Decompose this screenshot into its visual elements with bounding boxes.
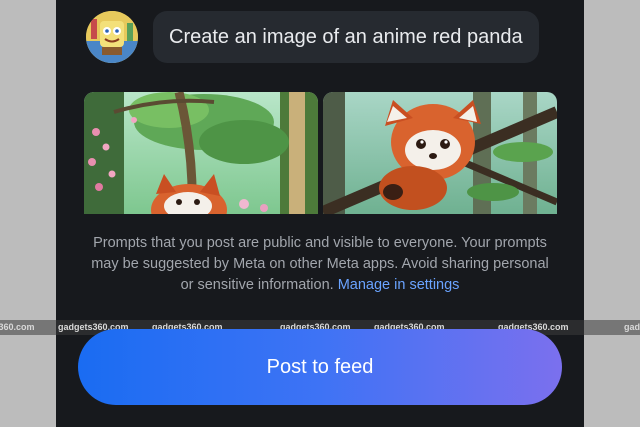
generated-image-branch[interactable] xyxy=(323,92,557,214)
watermark-text: gadgets360.com xyxy=(0,322,35,332)
screenshot-stage: Create an image of an anime red panda Pr… xyxy=(0,0,640,427)
manage-in-settings-link[interactable]: Manage in settings xyxy=(338,277,460,293)
avatar[interactable] xyxy=(86,11,138,63)
avatar-image xyxy=(86,11,138,63)
generated-image-forest[interactable] xyxy=(84,92,318,214)
disclaimer-text: Prompts that you post are public and vis… xyxy=(91,235,549,293)
forest-red-panda-image xyxy=(84,92,318,214)
watermark-text: gadgets360.com xyxy=(624,322,640,332)
privacy-disclaimer: Prompts that you post are public and vis… xyxy=(90,233,550,296)
red-panda-branch-image xyxy=(323,92,557,214)
user-prompt-bubble: Create an image of an anime red panda xyxy=(153,11,539,63)
post-to-feed-button[interactable]: Post to feed xyxy=(78,329,562,405)
